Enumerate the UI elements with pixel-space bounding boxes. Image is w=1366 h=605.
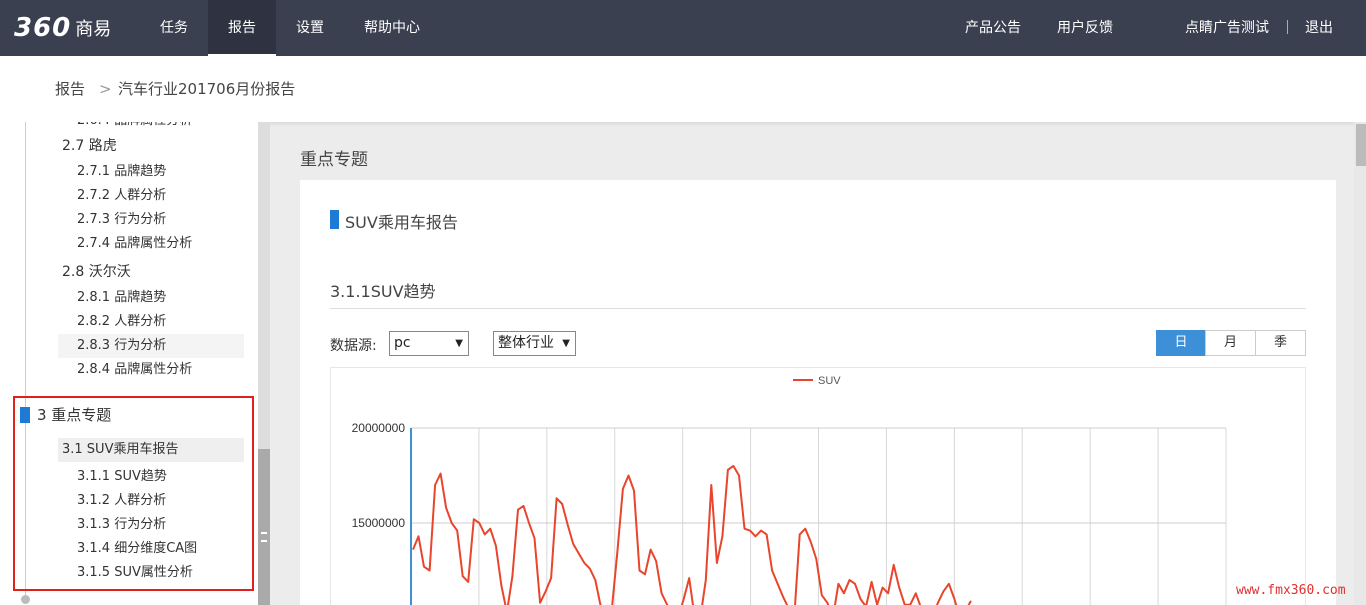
y-tick-label: 20000000 [352,421,406,435]
watermark: www.fmx360.com [1236,583,1346,598]
report-outline-sidebar: 2.6.4 品牌属性分析 2.7 路虎 2.7.1 品牌趋势 2.7.2 人群分… [0,122,270,605]
sidebar-item[interactable]: 2.7.2 人群分析 [77,184,166,208]
datasource-select-value: pc [394,335,411,351]
page-scroll-thumb[interactable] [1356,124,1366,166]
datasource-select[interactable]: pc ▼ [389,331,469,356]
series-line-suv [412,465,972,605]
legend-label: SUV [818,375,841,387]
sidebar-item-hover[interactable]: 2.8.3 行为分析 [58,334,244,358]
card-title: SUV乘用车报告 [345,213,458,232]
nav-tasks[interactable]: 任务 [148,0,200,56]
period-month-button[interactable]: 月 [1205,330,1256,356]
nav-logout[interactable]: 退出 [1298,0,1340,56]
period-quarter-button[interactable]: 季 [1255,330,1306,356]
dropdown-arrow-icon: ▼ [455,338,463,349]
y-tick-label: 15000000 [352,516,406,530]
highlight-box [13,396,254,591]
report-card: SUV乘用车报告 3.1.1SUV趋势 数据源: pc ▼ 整体行业 ▼ 日 月… [300,180,1336,605]
sidebar-item[interactable]: 2.7.3 行为分析 [77,208,166,232]
divider [330,308,1306,309]
top-navbar: 360 商易 任务 报告 设置 帮助中心 产品公告 用户反馈 点睛广告测试 退出 [0,0,1366,56]
brand-logo[interactable]: 360 商易 [14,13,112,43]
sidebar-item[interactable]: 2.8.2 人群分析 [77,310,166,334]
scope-select-value: 整体行业 [498,335,554,351]
nav-feedback[interactable]: 用户反馈 [1050,0,1120,56]
grip-icon [261,532,267,542]
nav-help-center[interactable]: 帮助中心 [356,0,428,56]
sidebar-group-volvo[interactable]: 2.8 沃尔沃 [62,260,131,284]
subsection-title: 3.1.1SUV趋势 [330,282,436,301]
nav-reports[interactable]: 报告 [208,0,276,56]
breadcrumb: 报告 > 汽车行业201706月份报告 [0,56,1366,122]
breadcrumb-current: 汽车行业201706月份报告 [118,80,296,98]
nav-account[interactable]: 点睛广告测试 [1178,0,1276,56]
trend-chart: 15000000 20000000 SUV [330,367,1306,605]
sidebar-item[interactable]: 2.8.1 品牌趋势 [77,286,166,310]
sidebar-item-cut[interactable]: 2.6.4 品牌属性分析 [77,122,192,133]
nav-divider [1287,20,1288,34]
sidebar-item[interactable]: 2.8.4 品牌属性分析 [77,358,192,382]
scope-select[interactable]: 整体行业 ▼ [493,331,576,356]
section-title: 重点专题 [300,150,368,170]
sidebar-scroll-thumb[interactable] [258,449,270,605]
page-scrollbar[interactable] [1354,122,1366,605]
logo-mark: 360 [14,13,72,43]
sidebar-item[interactable]: 2.7.1 品牌趋势 [77,160,166,184]
datasource-label: 数据源: [330,338,377,354]
sidebar-group-landrover[interactable]: 2.7 路虎 [62,134,117,158]
trend-chart-svg: 15000000 20000000 SUV [352,375,1227,605]
nav-announcements[interactable]: 产品公告 [958,0,1028,56]
period-day-button[interactable]: 日 [1156,330,1206,356]
card-title-marker [330,210,339,229]
logo-text: 商易 [75,19,112,40]
breadcrumb-separator: > [99,80,112,98]
dropdown-arrow-icon: ▼ [562,338,570,349]
tree-end-dot [21,595,30,604]
nav-settings[interactable]: 设置 [284,0,336,56]
sidebar-item[interactable]: 2.7.4 品牌属性分析 [77,232,192,256]
breadcrumb-root[interactable]: 报告 [55,56,85,122]
